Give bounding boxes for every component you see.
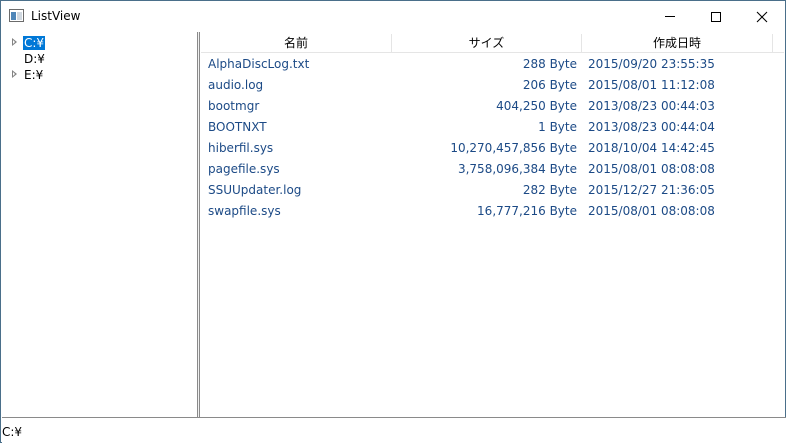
expand-arrow-icon[interactable] bbox=[12, 70, 17, 78]
app-window-icon bbox=[9, 9, 24, 22]
column-header-size[interactable]: サイズ bbox=[392, 34, 582, 53]
file-name: BOOTNXT bbox=[208, 120, 267, 134]
tree-item-label[interactable]: C:¥ bbox=[23, 36, 46, 50]
table-row[interactable]: hiberfil.sys 10,270,457,856 Byte 2018/10… bbox=[201, 138, 784, 159]
file-size: 206 Byte bbox=[522, 78, 577, 92]
file-created: 2015/12/27 21:36:05 bbox=[588, 183, 715, 197]
tree-item-label[interactable]: D:¥ bbox=[23, 52, 46, 66]
app-window: ListView C:¥ D:¥ E:¥ 名前 サイズ 作成日時 AlphaDi… bbox=[0, 0, 786, 443]
file-size: 10,270,457,856 Byte bbox=[450, 141, 577, 155]
maximize-button[interactable] bbox=[693, 1, 739, 32]
file-created: 2015/08/01 11:12:08 bbox=[588, 78, 715, 92]
file-rows: AlphaDiscLog.txt 288 Byte 2015/09/20 23:… bbox=[201, 54, 784, 222]
file-created: 2015/08/01 08:08:08 bbox=[588, 204, 715, 218]
file-name: audio.log bbox=[208, 78, 264, 92]
file-name: bootmgr bbox=[208, 99, 260, 113]
minimize-icon bbox=[665, 16, 675, 17]
drive-tree[interactable]: C:¥ D:¥ E:¥ bbox=[2, 32, 198, 417]
table-row[interactable]: SSUUpdater.log 282 Byte 2015/12/27 21:36… bbox=[201, 180, 784, 201]
tree-item-e-drive[interactable]: E:¥ bbox=[2, 67, 192, 83]
expand-arrow-icon[interactable] bbox=[12, 38, 17, 46]
file-name: pagefile.sys bbox=[208, 162, 280, 176]
file-name: hiberfil.sys bbox=[208, 141, 274, 155]
file-name: AlphaDiscLog.txt bbox=[208, 57, 310, 71]
file-size: 282 Byte bbox=[522, 183, 577, 197]
table-row[interactable]: AlphaDiscLog.txt 288 Byte 2015/09/20 23:… bbox=[201, 54, 784, 75]
table-row[interactable]: pagefile.sys 3,758,096,384 Byte 2015/08/… bbox=[201, 159, 784, 180]
tree-item-d-drive[interactable]: D:¥ bbox=[2, 51, 192, 67]
table-row[interactable]: audio.log 206 Byte 2015/08/01 11:12:08 bbox=[201, 75, 784, 96]
close-button[interactable] bbox=[739, 1, 785, 32]
file-name: swapfile.sys bbox=[208, 204, 281, 218]
file-size: 1 Byte bbox=[538, 120, 577, 134]
close-icon bbox=[756, 11, 768, 22]
column-header-name[interactable]: 名前 bbox=[201, 34, 392, 53]
maximize-icon bbox=[711, 11, 721, 22]
tree-item-c-drive[interactable]: C:¥ bbox=[2, 35, 192, 51]
table-row[interactable]: BOOTNXT 1 Byte 2013/08/23 00:44:04 bbox=[201, 117, 784, 138]
file-size: 3,758,096,384 Byte bbox=[457, 162, 577, 176]
status-text: C:¥ bbox=[2, 425, 23, 439]
file-size: 288 Byte bbox=[522, 57, 577, 71]
list-header: 名前 サイズ 作成日時 bbox=[201, 34, 784, 53]
file-created: 2013/08/23 00:44:04 bbox=[588, 120, 715, 134]
minimize-button[interactable] bbox=[647, 1, 693, 32]
file-name: SSUUpdater.log bbox=[208, 183, 302, 197]
table-row[interactable]: bootmgr 404,250 Byte 2013/08/23 00:44:03 bbox=[201, 96, 784, 117]
title-bar[interactable]: ListView bbox=[1, 1, 785, 32]
window-title: ListView bbox=[31, 9, 81, 23]
status-bar: C:¥ bbox=[2, 417, 786, 443]
file-created: 2018/10/04 14:42:45 bbox=[588, 141, 715, 155]
file-created: 2015/09/20 23:55:35 bbox=[588, 57, 715, 71]
file-list-view[interactable]: 名前 サイズ 作成日時 AlphaDiscLog.txt 288 Byte 20… bbox=[200, 32, 785, 417]
table-row[interactable]: swapfile.sys 16,777,216 Byte 2015/08/01 … bbox=[201, 201, 784, 222]
file-size: 404,250 Byte bbox=[496, 99, 577, 113]
file-created: 2015/08/01 08:08:08 bbox=[588, 162, 715, 176]
file-created: 2013/08/23 00:44:03 bbox=[588, 99, 715, 113]
column-header-date[interactable]: 作成日時 bbox=[582, 34, 773, 53]
file-size: 16,777,216 Byte bbox=[477, 204, 577, 218]
tree-item-label[interactable]: E:¥ bbox=[23, 68, 44, 82]
